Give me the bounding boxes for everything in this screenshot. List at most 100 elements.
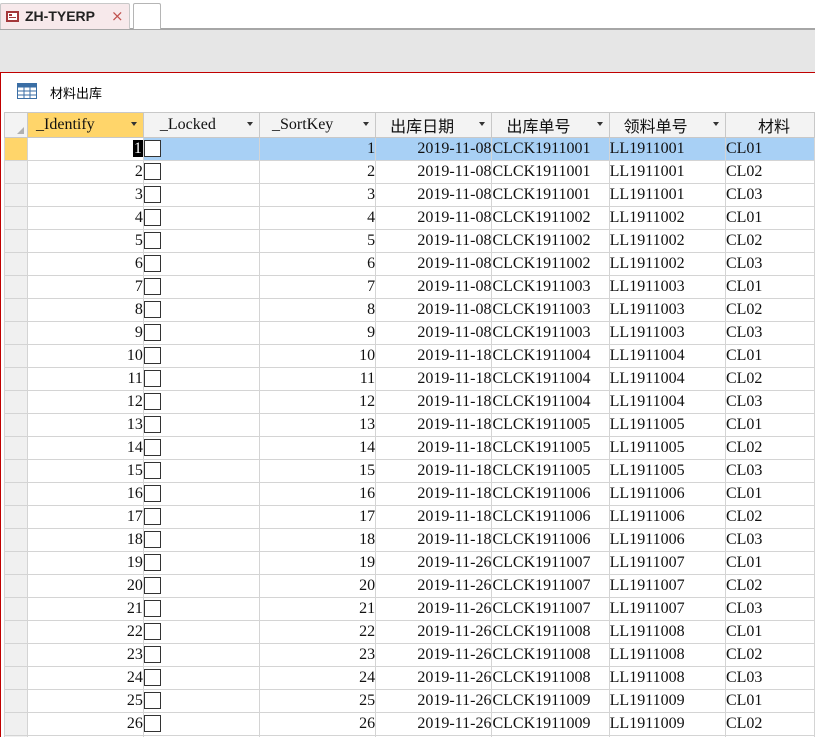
cell-sortkey[interactable]: 15 — [258, 459, 377, 483]
cell-identify[interactable]: 18 — [27, 528, 144, 552]
cell-req-no[interactable]: LL1911005 — [608, 413, 726, 437]
cell-material[interactable]: CL01 — [724, 551, 815, 575]
locked-checkbox[interactable] — [144, 185, 161, 203]
row-selector[interactable] — [4, 298, 29, 322]
cell-material[interactable]: CL03 — [724, 252, 815, 276]
cell-identify[interactable]: 2 — [27, 160, 144, 184]
cell-req-no[interactable]: LL1911003 — [608, 275, 726, 299]
cell-out-no[interactable]: CLCK1911003 — [491, 298, 610, 322]
cell-out-no[interactable]: CLCK1911005 — [491, 413, 610, 437]
cell-locked[interactable] — [142, 689, 260, 713]
cell-identify[interactable]: 26 — [27, 712, 144, 736]
cell-sortkey[interactable]: 25 — [258, 689, 377, 713]
table-row[interactable]: 22 22 2019-11-26 CLCK1911008 LL1911008 CL01 — [4, 620, 815, 644]
locked-checkbox[interactable] — [144, 254, 161, 272]
cell-req-no[interactable]: LL1911002 — [608, 206, 726, 230]
table-row[interactable]: 15 15 2019-11-18 CLCK1911005 LL1911005 CL03 — [4, 459, 815, 483]
locked-checkbox[interactable] — [144, 622, 161, 640]
cell-locked[interactable] — [142, 344, 260, 368]
cell-date[interactable]: 2019-11-26 — [375, 712, 493, 736]
cell-req-no[interactable]: LL1911003 — [608, 298, 726, 322]
row-selector[interactable] — [4, 252, 29, 276]
row-selector[interactable] — [4, 275, 29, 299]
cell-req-no[interactable]: LL1911009 — [608, 689, 726, 713]
cell-out-no[interactable]: CLCK1911004 — [491, 367, 610, 391]
cell-req-no[interactable]: LL1911001 — [608, 183, 726, 207]
table-row[interactable]: 7 7 2019-11-08 CLCK1911003 LL1911003 CL01 — [4, 275, 815, 299]
cell-req-no[interactable]: LL1911006 — [608, 528, 726, 552]
locked-checkbox[interactable] — [144, 231, 161, 249]
cell-req-no[interactable]: LL1911001 — [608, 160, 726, 184]
cell-locked[interactable] — [142, 413, 260, 437]
table-row[interactable]: 23 23 2019-11-26 CLCK1911008 LL1911008 CL02 — [4, 643, 815, 667]
row-selector[interactable] — [4, 137, 29, 161]
filter-dropdown-icon[interactable] — [130, 122, 137, 126]
cell-out-no[interactable]: CLCK1911006 — [491, 482, 610, 506]
row-selector[interactable] — [4, 229, 29, 253]
row-selector[interactable] — [4, 528, 29, 552]
cell-sortkey[interactable]: 6 — [258, 252, 377, 276]
row-selector[interactable] — [4, 321, 29, 345]
cell-out-no[interactable]: CLCK1911009 — [491, 689, 610, 713]
cell-material[interactable]: CL01 — [724, 344, 815, 368]
locked-checkbox[interactable] — [144, 392, 161, 410]
cell-locked[interactable] — [142, 551, 260, 575]
cell-sortkey[interactable]: 14 — [258, 436, 377, 460]
table-row[interactable]: 14 14 2019-11-18 CLCK1911005 LL1911005 CL02 — [4, 436, 815, 460]
cell-out-no[interactable]: CLCK1911001 — [491, 183, 610, 207]
cell-date[interactable]: 2019-11-26 — [375, 689, 493, 713]
locked-checkbox[interactable] — [144, 438, 161, 456]
cell-date[interactable]: 2019-11-08 — [375, 229, 493, 253]
locked-checkbox[interactable] — [144, 162, 161, 180]
cell-date[interactable]: 2019-11-18 — [375, 367, 493, 391]
cell-sortkey[interactable]: 24 — [258, 666, 377, 690]
column-header-identify[interactable]: _Identify — [27, 112, 144, 138]
cell-material[interactable]: CL03 — [724, 528, 815, 552]
cell-material[interactable]: CL03 — [724, 390, 815, 414]
row-selector[interactable] — [4, 459, 29, 483]
cell-identify[interactable]: 6 — [27, 252, 144, 276]
locked-checkbox[interactable] — [144, 507, 161, 525]
row-selector[interactable] — [4, 643, 29, 667]
table-row[interactable]: 8 8 2019-11-08 CLCK1911003 LL1911003 CL02 — [4, 298, 815, 322]
cell-locked[interactable] — [142, 712, 260, 736]
table-row[interactable]: 13 13 2019-11-18 CLCK1911005 LL1911005 CL01 — [4, 413, 815, 437]
locked-checkbox[interactable] — [144, 323, 161, 341]
cell-req-no[interactable]: LL1911005 — [608, 459, 726, 483]
cell-identify[interactable]: 4 — [27, 206, 144, 230]
cell-identify[interactable]: 25 — [27, 689, 144, 713]
cell-identify[interactable]: 16 — [27, 482, 144, 506]
cell-date[interactable]: 2019-11-08 — [375, 275, 493, 299]
cell-identify[interactable]: 1 — [27, 137, 144, 161]
filter-dropdown-icon[interactable] — [596, 122, 603, 126]
cell-sortkey[interactable]: 17 — [258, 505, 377, 529]
cell-out-no[interactable]: CLCK1911006 — [491, 505, 610, 529]
cell-date[interactable]: 2019-11-26 — [375, 643, 493, 667]
cell-sortkey[interactable]: 23 — [258, 643, 377, 667]
locked-checkbox[interactable] — [144, 668, 161, 686]
table-row[interactable]: 19 19 2019-11-26 CLCK1911007 LL1911007 CL01 — [4, 551, 815, 575]
row-selector[interactable] — [4, 160, 29, 184]
cell-material[interactable]: CL01 — [724, 413, 815, 437]
cell-date[interactable]: 2019-11-18 — [375, 436, 493, 460]
locked-checkbox[interactable] — [144, 484, 161, 502]
cell-date[interactable]: 2019-11-18 — [375, 390, 493, 414]
cell-req-no[interactable]: LL1911008 — [608, 620, 726, 644]
row-selector[interactable] — [4, 482, 29, 506]
cell-out-no[interactable]: CLCK1911001 — [491, 137, 610, 161]
cell-locked[interactable] — [142, 367, 260, 391]
cell-material[interactable]: CL02 — [724, 643, 815, 667]
cell-date[interactable]: 2019-11-18 — [375, 528, 493, 552]
cell-date[interactable]: 2019-11-26 — [375, 597, 493, 621]
cell-date[interactable]: 2019-11-08 — [375, 137, 493, 161]
row-selector[interactable] — [4, 574, 29, 598]
table-row[interactable]: 20 20 2019-11-26 CLCK1911007 LL1911007 CL02 — [4, 574, 815, 598]
cell-sortkey[interactable]: 12 — [258, 390, 377, 414]
column-header-material[interactable]: 材料 — [724, 112, 815, 138]
cell-locked[interactable] — [142, 482, 260, 506]
cell-locked[interactable] — [142, 275, 260, 299]
cell-sortkey[interactable]: 10 — [258, 344, 377, 368]
locked-checkbox[interactable] — [144, 645, 161, 663]
locked-checkbox[interactable] — [144, 461, 161, 479]
cell-out-no[interactable]: CLCK1911002 — [491, 229, 610, 253]
